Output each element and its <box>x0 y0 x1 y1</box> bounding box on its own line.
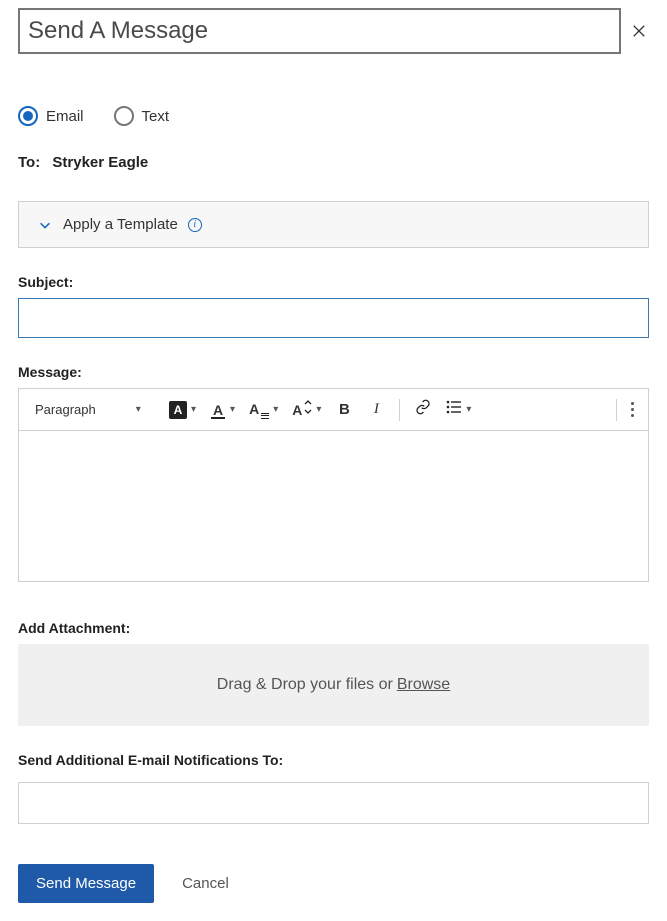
apply-template-toggle[interactable]: Apply a Template i <box>18 201 649 248</box>
radio-icon <box>18 106 38 126</box>
chevron-down-icon: ▾ <box>466 404 471 415</box>
toolbar-divider <box>399 399 400 421</box>
list-button[interactable]: ▾ <box>442 397 475 423</box>
highlight-button[interactable]: A ▾ <box>165 397 200 423</box>
attachment-label: Add Attachment: <box>18 620 649 636</box>
notify-input[interactable] <box>18 782 649 824</box>
radio-icon <box>114 106 134 126</box>
link-button[interactable] <box>410 397 436 423</box>
font-size-icon: A <box>249 401 269 419</box>
italic-button[interactable]: I <box>363 397 389 423</box>
to-recipient: Stryker Eagle <box>52 154 148 171</box>
browse-link[interactable]: Browse <box>397 676 450 694</box>
line-height-icon: A <box>292 400 312 419</box>
editor-toolbar: Paragraph ▾ A ▾ A ▾ A ▾ <box>19 389 648 431</box>
close-icon[interactable] <box>629 21 649 41</box>
cancel-button[interactable]: Cancel <box>182 875 229 892</box>
dropzone-text: Drag & Drop your files or <box>217 676 393 694</box>
subject-label: Subject: <box>18 274 649 290</box>
radio-text[interactable]: Text <box>114 106 170 126</box>
to-row: To: Stryker Eagle <box>18 154 649 171</box>
subject-input[interactable] <box>18 298 649 338</box>
apply-template-label: Apply a Template <box>63 216 178 233</box>
radio-email[interactable]: Email <box>18 106 84 126</box>
more-options-button[interactable] <box>627 398 638 421</box>
highlight-icon: A <box>169 401 187 419</box>
link-icon <box>415 399 431 420</box>
radio-email-label: Email <box>46 108 84 125</box>
format-select-value: Paragraph <box>35 402 96 417</box>
bold-icon: B <box>339 401 350 418</box>
text-color-icon: A <box>210 402 226 418</box>
chevron-down-icon: ▾ <box>191 404 196 415</box>
send-button[interactable]: Send Message <box>18 864 154 903</box>
text-color-button[interactable]: A ▾ <box>206 397 239 423</box>
line-height-button[interactable]: A ▾ <box>288 397 325 423</box>
toolbar-divider <box>616 399 617 421</box>
attachment-dropzone[interactable]: Drag & Drop your files or Browse <box>18 644 649 726</box>
format-select[interactable]: Paragraph ▾ <box>29 398 159 421</box>
to-label: To: <box>18 154 40 171</box>
message-label: Message: <box>18 364 649 380</box>
notify-label: Send Additional E-mail Notifications To: <box>18 752 649 768</box>
message-textarea[interactable] <box>19 431 648 576</box>
chevron-down-icon: ▾ <box>136 404 141 415</box>
chevron-down-icon: ▾ <box>273 404 278 415</box>
kebab-icon <box>631 402 634 405</box>
chevron-down-icon <box>37 217 53 233</box>
info-icon[interactable]: i <box>188 218 202 232</box>
radio-text-label: Text <box>142 108 170 125</box>
chevron-down-icon: ▾ <box>316 404 321 415</box>
title-bar: Send A Message <box>18 8 621 54</box>
bold-button[interactable]: B <box>331 397 357 423</box>
font-size-button[interactable]: A ▾ <box>245 397 282 423</box>
italic-icon: I <box>374 401 379 418</box>
page-title: Send A Message <box>28 17 208 45</box>
chevron-down-icon: ▾ <box>230 404 235 415</box>
rich-text-editor: Paragraph ▾ A ▾ A ▾ A ▾ <box>18 388 649 582</box>
list-icon <box>446 399 462 420</box>
